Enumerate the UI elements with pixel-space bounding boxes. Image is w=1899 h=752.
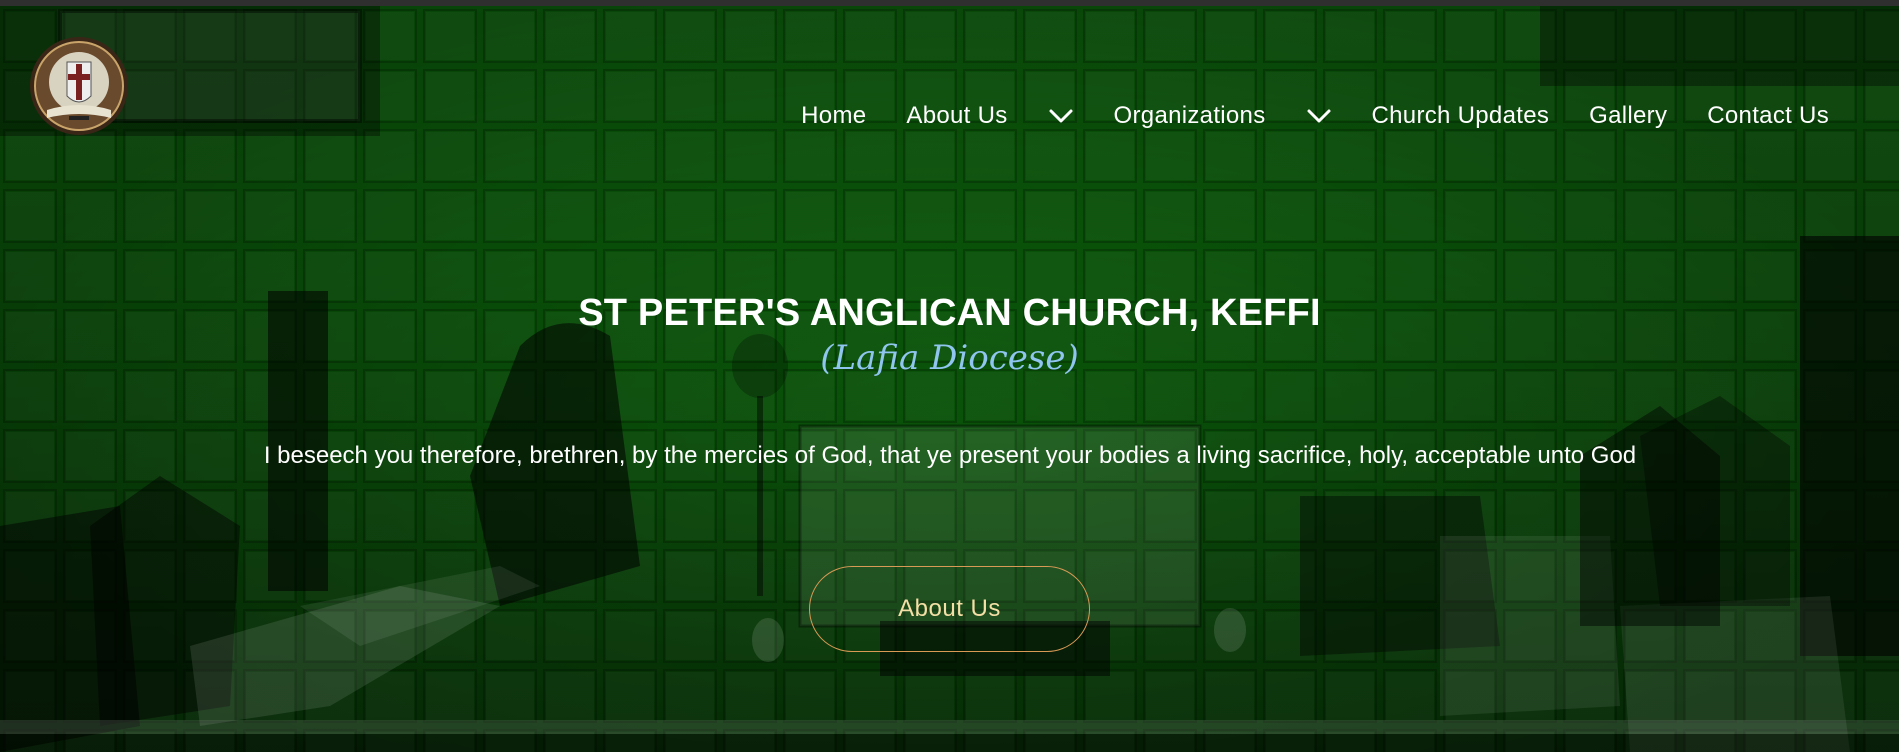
scripture-verse: I beseech you therefore, brethren, by th… — [263, 442, 1637, 469]
page-title: ST PETER'S ANGLICAN CHURCH, KEFFI — [578, 292, 1321, 334]
hero-section: Home About Us Organizations Church Updat… — [0, 6, 1899, 752]
about-us-button[interactable]: About Us — [809, 566, 1090, 652]
diocese-subtitle: (Lafia Diocese) — [820, 338, 1079, 378]
hero-content: ST PETER'S ANGLICAN CHURCH, KEFFI (Lafia… — [0, 6, 1899, 752]
browser-top-strip — [0, 0, 1899, 6]
